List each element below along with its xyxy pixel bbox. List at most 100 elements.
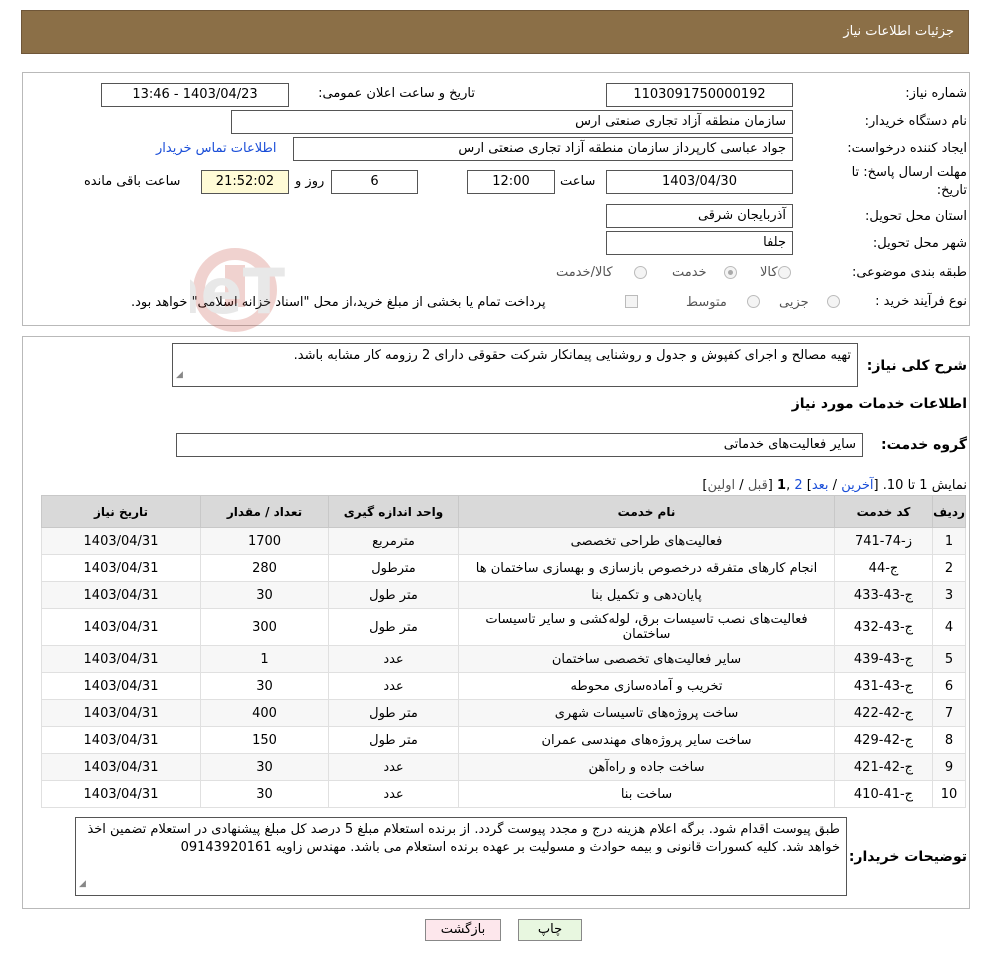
pagination-page-1: 1 [777, 478, 787, 493]
service-group-field[interactable]: سایر فعالیت‌های خدماتی [176, 433, 863, 457]
description-text: تهیه مصالح و اجرای کفپوش و جدول و روشنای… [293, 348, 851, 363]
creator-label: ایجاد کننده درخواست: [847, 141, 967, 156]
cell-unit: عدد [328, 672, 459, 700]
cell-date: 1403/04/31 [41, 608, 201, 646]
city-field[interactable]: جلفا [606, 231, 793, 255]
cell-qty: 280 [200, 554, 329, 582]
pagination-last[interactable]: آخرین [841, 478, 873, 493]
cell-code: ج-42-422 [834, 699, 933, 727]
cell-code: ج-43-439 [834, 645, 933, 673]
deadline-date-field[interactable]: 1403/04/30 [606, 170, 793, 194]
deadline-label: مهلت ارسال پاسخ: تا [851, 165, 967, 180]
province-label: استان محل تحویل: [865, 209, 967, 224]
announce-label: تاریخ و ساعت اعلان عمومی: [318, 86, 475, 101]
pagination-prev: قبل [747, 478, 768, 493]
cell-index: 3 [932, 581, 966, 609]
service-group-label: گروه خدمت: [881, 437, 967, 453]
cell-code: ج-41-410 [834, 780, 933, 808]
cell-index: 2 [932, 554, 966, 582]
pagination: نمایش 1 تا 10. [آخرین / بعد] 2 ,1 [قبل /… [702, 478, 967, 493]
table-row: 6 ج-43-431 تخریب و آماده‌سازی محوطه عدد 30 14… [41, 672, 966, 700]
cell-qty: 400 [200, 699, 329, 727]
table-row: 3 ج-43-433 پایان‌دهی و تکمیل بنا متر طول 30 1… [41, 581, 966, 609]
cell-index: 6 [932, 672, 966, 700]
table-row: 5 ج-43-439 سایر فعالیت‌های تخصصی ساختمان عد… [41, 645, 966, 673]
creator-field[interactable]: جواد عباسی کارپرداز سازمان منطقه آزاد تج… [293, 137, 793, 161]
buyer-notes-textarea[interactable]: طبق پیوست اقدام شود. برگه اعلام هزینه در… [75, 817, 847, 896]
cell-unit: متر طول [328, 726, 459, 754]
process-option-medium: متوسط [686, 295, 727, 310]
col-qty: تعداد / مقدار [200, 495, 329, 528]
cell-name: ساخت پروژه‌های تاسیسات شهری [458, 699, 835, 727]
cell-qty: 1 [200, 645, 329, 673]
treasury-checkbox[interactable] [625, 295, 638, 308]
description-textarea[interactable]: تهیه مصالح و اجرای کفپوش و جدول و روشنای… [172, 343, 858, 387]
resize-grip-icon[interactable]: ◢ [79, 875, 86, 893]
cell-date: 1403/04/31 [41, 672, 201, 700]
cell-date: 1403/04/31 [41, 527, 201, 555]
cell-code: ج-43-433 [834, 581, 933, 609]
col-code: کد خدمت [834, 495, 933, 528]
cell-date: 1403/04/31 [41, 753, 201, 781]
category-option-both: کالا/خدمت [556, 265, 613, 280]
services-table: ردیف کد خدمت نام خدمت واحد اندازه گیری ت… [41, 495, 966, 808]
payment-note: پرداخت تمام یا بخشی از مبلغ خرید،از محل … [131, 295, 546, 310]
col-index: ردیف [932, 495, 966, 528]
pagination-page-2[interactable]: 2 [794, 478, 802, 493]
description-label: شرح کلی نیاز: [866, 358, 967, 374]
category-label: طبقه بندی موضوعی: [851, 265, 967, 280]
deadline-time-field[interactable]: 12:00 [467, 170, 555, 194]
need-number-label: شماره نیاز: [905, 86, 967, 101]
cell-unit: مترمربع [328, 527, 459, 555]
print-button[interactable]: چاپ [518, 919, 582, 941]
pagination-first: اولین [707, 478, 736, 493]
col-date: تاریخ نیاز [41, 495, 201, 528]
city-label: شهر محل تحویل: [872, 236, 967, 251]
category-radio-both[interactable] [634, 266, 647, 279]
cell-date: 1403/04/31 [41, 645, 201, 673]
cell-date: 1403/04/31 [41, 554, 201, 582]
category-option-service: خدمت [672, 265, 707, 280]
cell-unit: عدد [328, 753, 459, 781]
cell-qty: 30 [200, 780, 329, 808]
table-row: 4 ج-43-432 فعالیت‌های نصب تاسیسات برق، لول… [41, 608, 966, 646]
buyer-notes-label: توضیحات خریدار: [848, 849, 967, 865]
buyer-notes-text: طبق پیوست اقدام شود. برگه اعلام هزینه در… [87, 822, 840, 855]
process-radio-minor[interactable] [827, 295, 840, 308]
process-label: نوع فرآیند خرید : [875, 294, 967, 309]
need-number-field[interactable]: 1103091750000192 [606, 83, 793, 107]
province-field[interactable]: آذربایجان شرقی [606, 204, 793, 228]
cell-index: 1 [932, 527, 966, 555]
cell-code: ج-43-431 [834, 672, 933, 700]
days-label: روز و [295, 174, 325, 189]
days-field[interactable]: 6 [331, 170, 418, 194]
table-header-row: ردیف کد خدمت نام خدمت واحد اندازه گیری ت… [41, 495, 966, 528]
cell-qty: 150 [200, 726, 329, 754]
process-option-minor: جزیی [779, 295, 809, 310]
cell-code: ج-43-432 [834, 608, 933, 646]
category-option-goods: کالا [760, 265, 778, 280]
cell-index: 8 [932, 726, 966, 754]
cell-unit: متر طول [328, 581, 459, 609]
cell-index: 5 [932, 645, 966, 673]
cell-name: فعالیت‌های نصب تاسیسات برق، لوله‌کشی و س… [458, 608, 835, 646]
remaining-time-field[interactable]: 21:52:02 [201, 170, 289, 194]
table-row: 9 ج-42-421 ساخت جاده و راه‌آهن عدد 30 1403/04… [41, 753, 966, 781]
buyer-field[interactable]: سازمان منطقه آزاد تجاری صنعتی ارس [231, 110, 793, 134]
category-radio-service[interactable] [724, 266, 737, 279]
deadline-time-label: ساعت [560, 174, 596, 189]
col-name: نام خدمت [458, 495, 835, 528]
process-radio-medium[interactable] [747, 295, 760, 308]
pagination-next[interactable]: بعد [812, 478, 829, 493]
category-radio-goods[interactable] [778, 266, 791, 279]
cell-name: تخریب و آماده‌سازی محوطه [458, 672, 835, 700]
resize-grip-icon[interactable]: ◢ [176, 366, 183, 384]
buyer-label: نام دستگاه خریدار: [864, 114, 967, 129]
buyer-contact-link[interactable]: اطلاعات تماس خریدار [156, 141, 276, 156]
announce-field[interactable]: 1403/04/23 - 13:46 [101, 83, 289, 107]
cell-name: ساخت بنا [458, 780, 835, 808]
deadline-label-date: تاریخ: [936, 183, 967, 198]
cell-name: سایر فعالیت‌های تخصصی ساختمان [458, 645, 835, 673]
back-button[interactable]: بازگشت [425, 919, 501, 941]
cell-name: پایان‌دهی و تکمیل بنا [458, 581, 835, 609]
